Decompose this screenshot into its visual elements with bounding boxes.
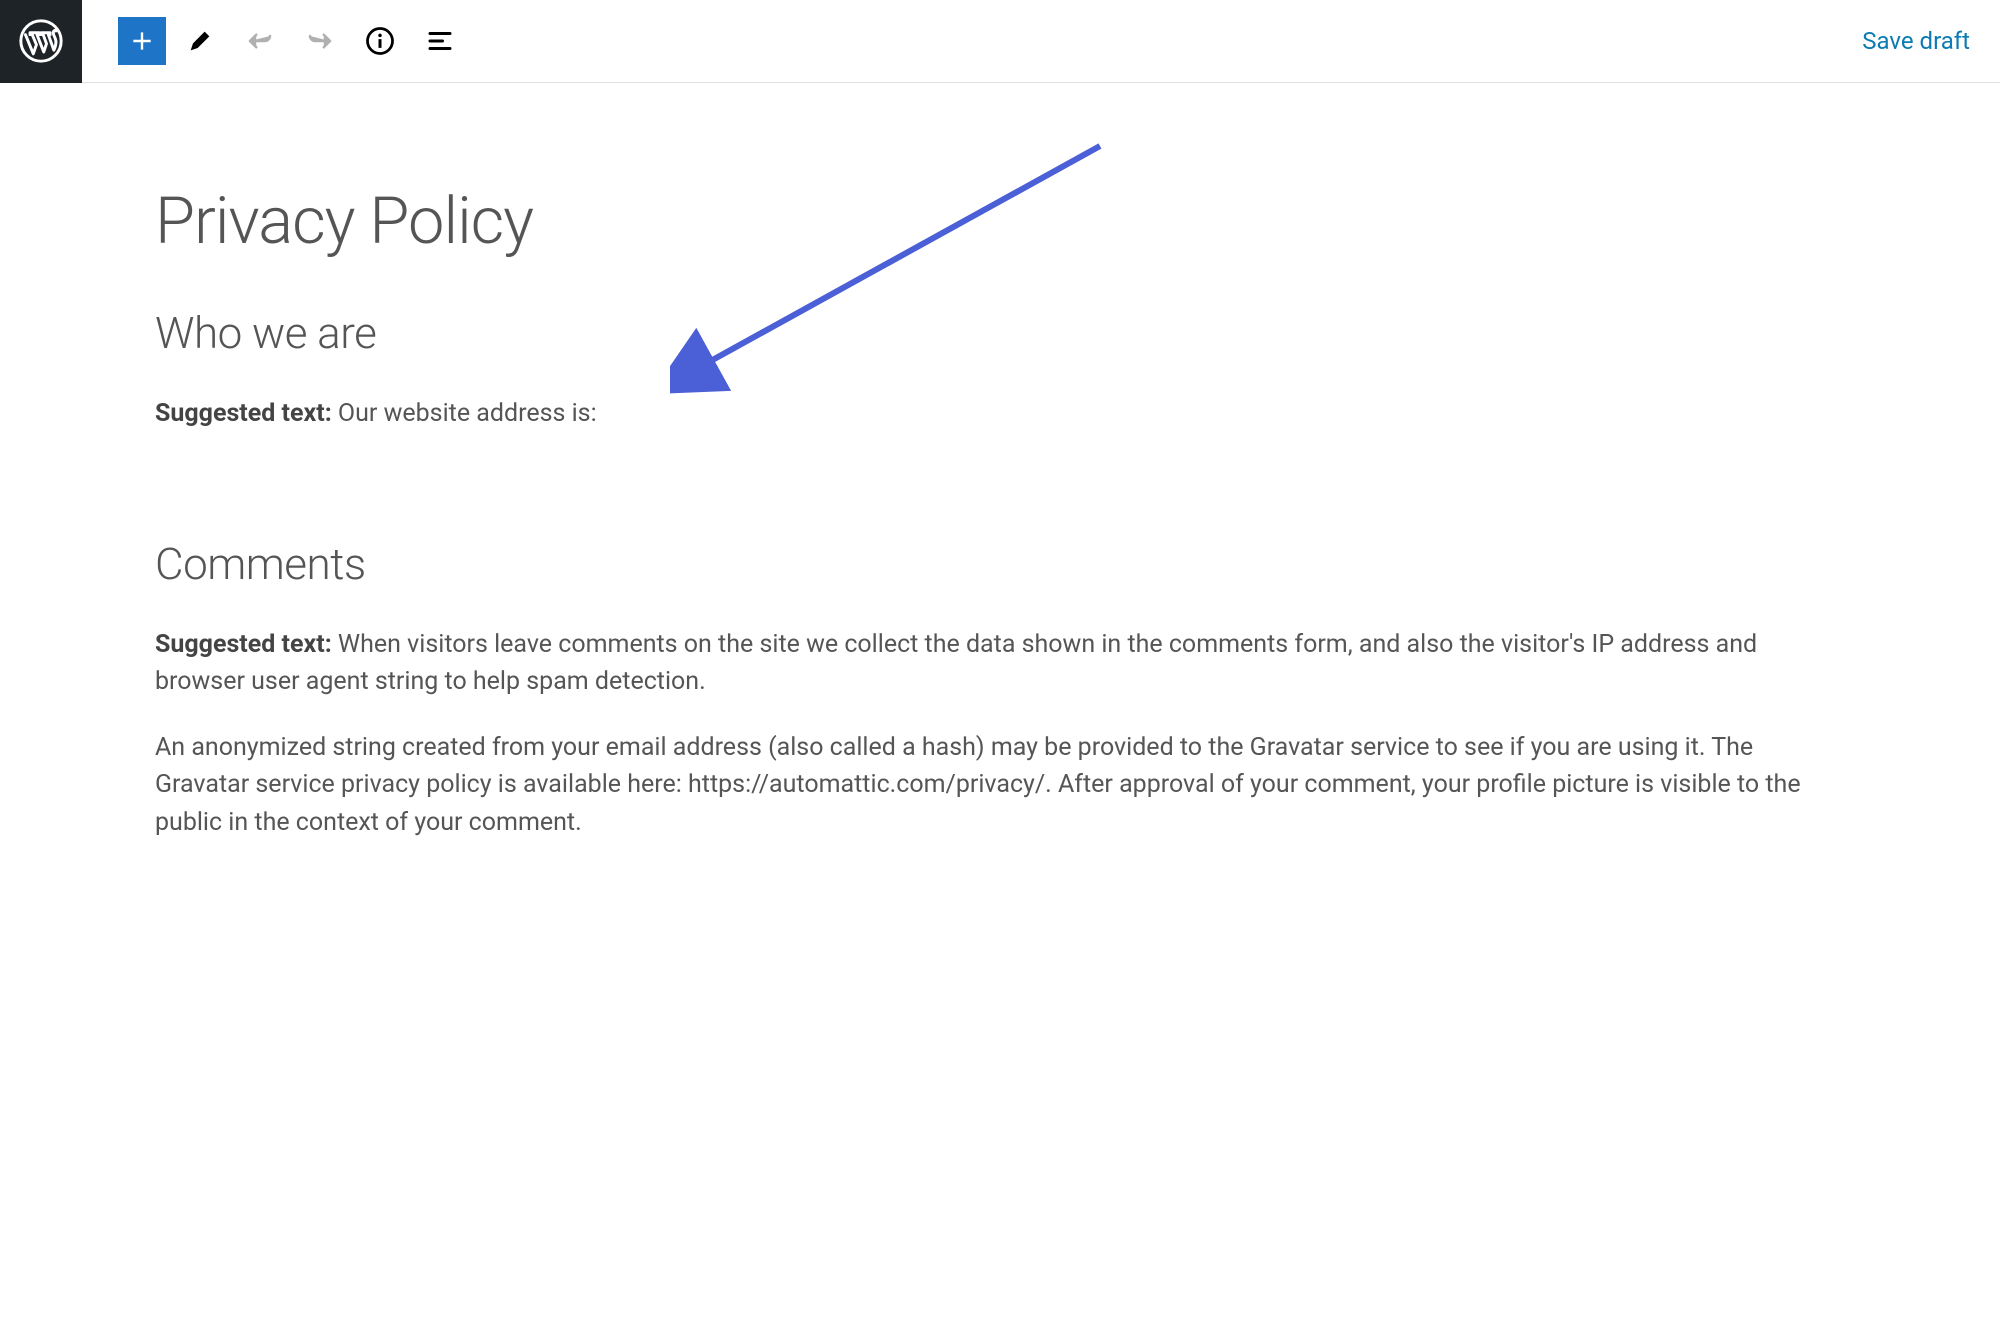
- wordpress-icon: [19, 19, 63, 63]
- editor-topbar: Save draft: [0, 0, 2000, 83]
- editor-content: Privacy Policy Who we are Suggested text…: [0, 83, 2000, 841]
- who-we-are-paragraph[interactable]: Suggested text: Our website address is:: [155, 395, 1850, 433]
- pencil-icon: [186, 27, 214, 55]
- redo-icon: [305, 26, 335, 56]
- undo-icon: [245, 26, 275, 56]
- suggested-text-label: Suggested text:: [155, 399, 332, 428]
- suggested-text-label: Suggested text:: [155, 630, 332, 659]
- edit-mode-button[interactable]: [174, 15, 226, 67]
- plus-icon: [129, 28, 155, 54]
- comments-paragraph-1[interactable]: Suggested text: When visitors leave comm…: [155, 626, 1850, 701]
- add-block-button[interactable]: [118, 17, 166, 65]
- undo-button[interactable]: [234, 15, 286, 67]
- annotation-arrow: [670, 138, 1110, 398]
- heading-comments[interactable]: Comments: [155, 538, 1850, 590]
- toolbar-left: [82, 15, 466, 67]
- redo-button[interactable]: [294, 15, 346, 67]
- toolbar-right: Save draft: [1862, 27, 2000, 55]
- suggested-text-body: When visitors leave comments on the site…: [155, 630, 1757, 697]
- save-draft-button[interactable]: Save draft: [1862, 27, 1970, 55]
- list-outline-icon: [425, 26, 455, 56]
- comments-section: Comments Suggested text: When visitors l…: [155, 538, 1850, 842]
- outline-button[interactable]: [414, 15, 466, 67]
- info-button[interactable]: [354, 15, 406, 67]
- wordpress-logo-button[interactable]: [0, 0, 82, 83]
- info-icon: [365, 26, 395, 56]
- page-title[interactable]: Privacy Policy: [155, 183, 1850, 259]
- comments-paragraph-2[interactable]: An anonymized string created from your e…: [155, 729, 1850, 842]
- suggested-text-body: Our website address is:: [332, 399, 597, 428]
- heading-who-we-are[interactable]: Who we are: [155, 307, 1850, 359]
